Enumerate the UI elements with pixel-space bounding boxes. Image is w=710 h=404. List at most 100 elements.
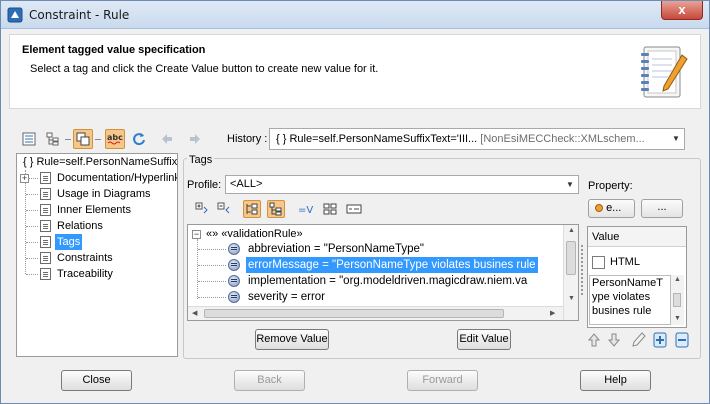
scroll-thumb[interactable] bbox=[566, 241, 576, 275]
help-label: Help bbox=[604, 374, 627, 386]
notebook-pencil-icon bbox=[641, 46, 688, 98]
collapse-all-button[interactable] bbox=[215, 200, 233, 218]
scroll-left-icon[interactable]: ◀ bbox=[192, 309, 197, 317]
scroll-thumb[interactable] bbox=[673, 293, 681, 307]
edit-value-label: Edit Value bbox=[459, 333, 509, 345]
back-nav-button[interactable] bbox=[157, 129, 177, 149]
tree-item-label: Inner Elements bbox=[57, 204, 131, 216]
close-label: Close bbox=[82, 374, 111, 386]
document-icon bbox=[40, 252, 51, 264]
document-icon bbox=[40, 188, 51, 200]
tree-item-label: Tags bbox=[55, 234, 83, 250]
group-by-stereotype-toggle[interactable] bbox=[267, 200, 285, 218]
edit-item-button[interactable] bbox=[631, 331, 647, 349]
header-title: Element tagged value specification bbox=[22, 44, 206, 56]
tags-horizontal-scrollbar[interactable]: ◀ ▶ bbox=[188, 306, 563, 320]
spell-check-toggle[interactable]: abc bbox=[105, 129, 125, 149]
history-label: History : bbox=[227, 133, 268, 145]
show-inherited-toggle[interactable] bbox=[73, 129, 93, 149]
tree-view-button[interactable] bbox=[43, 129, 63, 149]
tags-group-label: Tags bbox=[187, 154, 215, 166]
grid-view-button[interactable] bbox=[321, 200, 339, 218]
scroll-down-icon[interactable]: ▼ bbox=[674, 315, 681, 322]
tag-row-implementation[interactable]: implementation = "org.modeldriven.magicd… bbox=[188, 273, 563, 289]
back-label: Back bbox=[257, 374, 282, 386]
show-empty-tags-toggle[interactable] bbox=[243, 200, 261, 218]
app-icon bbox=[7, 7, 23, 23]
expand-all-icon bbox=[195, 202, 208, 214]
history-combo[interactable]: { } Rule=self.PersonNameSuffixText='III.… bbox=[269, 128, 685, 150]
add-item-button[interactable] bbox=[652, 331, 668, 349]
svg-text:abc: abc bbox=[107, 133, 123, 142]
tree-item-traceability[interactable]: Traceability bbox=[17, 266, 177, 282]
tag-value-icon bbox=[228, 259, 240, 271]
tree-item-constraints[interactable]: Constraints bbox=[17, 250, 177, 266]
tag-value-icon bbox=[228, 275, 240, 287]
forward-button[interactable]: Forward bbox=[407, 370, 478, 391]
remove-icon bbox=[675, 332, 689, 348]
add-icon bbox=[653, 332, 667, 348]
collapse-all-icon bbox=[217, 202, 230, 214]
forward-label: Forward bbox=[422, 374, 463, 386]
scroll-down-icon[interactable]: ▼ bbox=[568, 295, 575, 302]
properties-view-button[interactable] bbox=[345, 200, 363, 218]
document-icon bbox=[40, 172, 51, 184]
back-button[interactable]: Back bbox=[234, 370, 305, 391]
scroll-up-icon[interactable]: ▲ bbox=[568, 227, 575, 234]
tree-item-label: Usage in Diagrams bbox=[57, 188, 151, 200]
profile-combo[interactable]: <ALL> ▼ bbox=[225, 175, 579, 194]
move-top-button[interactable] bbox=[586, 331, 602, 349]
tree-item-label: Documentation/Hyperlink bbox=[57, 172, 178, 184]
remove-value-button[interactable]: Remove Value bbox=[255, 329, 329, 350]
tree-item-tags[interactable]: Tags bbox=[17, 234, 177, 250]
show-empty-icon bbox=[246, 203, 258, 215]
expand-icon[interactable]: + bbox=[20, 174, 29, 183]
tree-item-documentation[interactable]: + Documentation/Hyperlink bbox=[17, 170, 177, 186]
forward-nav-button[interactable] bbox=[185, 129, 205, 149]
group-tree-icon bbox=[269, 202, 282, 216]
value-line: busines rule bbox=[592, 305, 652, 317]
value-header: Value bbox=[588, 227, 686, 247]
tag-row-errormessage[interactable]: errorMessage = "PersonNameType violates … bbox=[188, 257, 563, 273]
property-icon bbox=[595, 204, 603, 212]
value-textarea[interactable]: PersonNameT ype violates busines rule bbox=[589, 275, 671, 325]
form-icon bbox=[346, 204, 362, 214]
html-checkbox[interactable] bbox=[592, 256, 605, 269]
remove-item-button[interactable] bbox=[674, 331, 690, 349]
value-panel: Value HTML PersonNameT ype violates busi… bbox=[587, 226, 687, 328]
assign-value-button[interactable]: =V bbox=[297, 200, 315, 218]
collapse-icon[interactable]: − bbox=[192, 230, 201, 239]
window-close-button[interactable]: x bbox=[661, 1, 703, 20]
stereotype-node[interactable]: − «» «validationRule» bbox=[188, 226, 563, 242]
close-button[interactable]: Close bbox=[61, 370, 132, 391]
tag-row-abbreviation[interactable]: abbreviation = "PersonNameType" bbox=[188, 241, 563, 257]
splitter-handle[interactable] bbox=[581, 245, 583, 295]
assign-icon: =V bbox=[298, 205, 313, 216]
property-more-button[interactable]: ... bbox=[641, 199, 683, 218]
property-type-button[interactable]: e... bbox=[588, 199, 635, 218]
tag-row-severity[interactable]: severity = error bbox=[188, 289, 563, 305]
chevron-down-icon: ▼ bbox=[566, 180, 574, 189]
property-button-label: e... bbox=[606, 202, 622, 214]
tag-row-text: severity = error bbox=[248, 291, 326, 303]
move-down-button[interactable] bbox=[606, 331, 622, 349]
tag-row-text: implementation = "org.modeldriven.magicd… bbox=[248, 275, 528, 287]
history-value: { } Rule=self.PersonNameSuffixText='III.… bbox=[276, 133, 478, 145]
refresh-icon bbox=[133, 133, 145, 146]
refresh-button[interactable] bbox=[129, 129, 149, 149]
scroll-right-icon[interactable]: ▶ bbox=[550, 309, 555, 317]
scroll-up-icon[interactable]: ▲ bbox=[674, 276, 681, 283]
tags-vertical-scrollbar[interactable]: ▲ ▼ bbox=[563, 225, 578, 320]
expand-all-button[interactable] bbox=[193, 200, 211, 218]
tree-item-relations[interactable]: Relations bbox=[17, 218, 177, 234]
tree-item-inner-elements[interactable]: Inner Elements bbox=[17, 202, 177, 218]
edit-value-button[interactable]: Edit Value bbox=[457, 329, 511, 350]
value-line: PersonNameT bbox=[592, 277, 663, 289]
help-button[interactable]: Help bbox=[580, 370, 651, 391]
tag-row-text: errorMessage = "PersonNameType violates … bbox=[246, 257, 538, 273]
tree-item-usage[interactable]: Usage in Diagrams bbox=[17, 186, 177, 202]
value-scrollbar[interactable]: ▲ ▼ bbox=[671, 275, 684, 325]
list-view-button[interactable] bbox=[19, 129, 39, 149]
scroll-thumb[interactable] bbox=[204, 309, 504, 318]
document-icon bbox=[40, 268, 51, 280]
